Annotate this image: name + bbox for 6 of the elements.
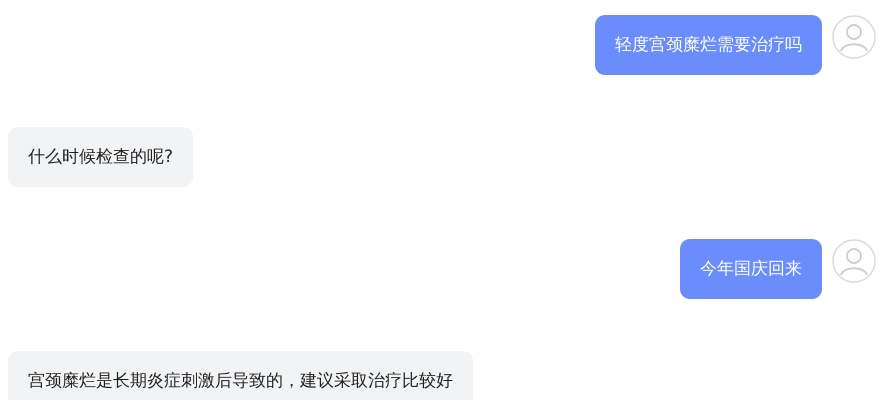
sent-message: 轻度宫颈糜烂需要治疗吗 [595, 15, 822, 75]
received-message: 什么时候检查的呢? [8, 127, 194, 187]
sent-message: 今年国庆回来 [680, 239, 822, 299]
avatar-icon [832, 239, 876, 283]
received-message: 宫颈糜烂是长期炎症刺激后导致的，建议采取治疗比较好 [8, 351, 473, 400]
avatar-icon [832, 15, 876, 59]
